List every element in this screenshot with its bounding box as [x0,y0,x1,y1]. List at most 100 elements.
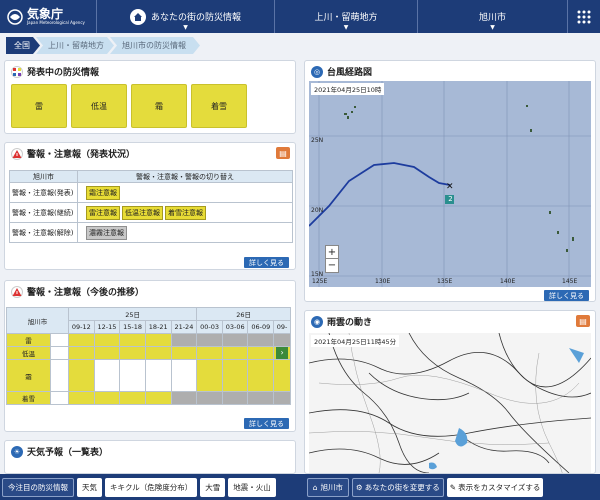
time-slot: 21-24 [170,320,198,334]
table-row: 警報・注意報(発表) 霜注意報 [9,182,293,203]
tag-thunder-advisory[interactable]: 雷注意報 [86,205,120,220]
forecast-city: 旭川市 [6,307,69,334]
typhoon-icon: ◎ [311,65,323,78]
rain-title-row: ◉ 雨雲の動き [305,311,595,332]
home-icon: ⌂ [312,482,318,492]
typhoon-timestamp: 2021年04月25日10時 [311,83,385,95]
gear-icon: ⚙ [356,482,363,492]
lat-label-25n: 25N [311,137,324,144]
alert-badge-thunder[interactable]: 雷 [11,84,67,128]
nav-bosai-info[interactable]: あなたの街の防災情報 ▼ [97,0,275,33]
zoom-control: + − [325,245,339,273]
alert-badge-snowaccretion[interactable]: 着雪 [191,84,247,128]
chevron-down-icon: ▼ [183,24,188,31]
breadcrumb-national[interactable]: 全国 [6,37,40,54]
time-slot: 03-06 [221,320,249,334]
alerts-panel: 発表中の防災情報 雷 低温 霜 着雪 [4,60,296,134]
book-icon[interactable]: ▤ [576,315,590,327]
footer-city-label: 旭川市 [320,482,344,492]
chevron-down-icon: ▼ [343,24,349,31]
radar-icon: ◉ [311,315,323,328]
footer-change-label: あなたの街を変更する [364,482,440,492]
site-header: 気象庁 Japan Meteorological Agency あなたの街の防災… [0,0,600,33]
time-slot: 18-21 [144,320,172,334]
table-row: 警報・注意報(継続) 雷注意報 低温注意報 着雪注意報 [9,202,293,223]
row-label: 雷 [6,333,51,347]
typhoon-title: 台風経路図 [327,68,373,78]
footer-quake-button[interactable]: 地震・火山 [228,477,276,497]
warnings-head-city: 旭川市 [9,170,78,183]
rain-title: 雨雲の動き [327,318,373,328]
forecast-title: 警報・注意報（今後の推移） [27,288,145,298]
table-row: 霜 [6,359,291,392]
table-row: 雷 [6,333,291,347]
tag-frost-advisory[interactable]: 霜注意報 [86,185,120,200]
nav-city[interactable]: 旭川市 ▼ [418,0,568,33]
forecast-day2: 26日 [196,307,291,321]
tag-fog-advisory[interactable]: 濃霧注意報 [86,225,127,240]
footer-heavysnow-button[interactable]: 大雪 [200,477,226,497]
lon-label: 135E [437,278,453,285]
warnings-title-row: 警報・注意報（発表状況） [5,143,295,164]
tag-lowtemp-advisory[interactable]: 低温注意報 [122,205,163,220]
warnings-table: 旭川市 警報・注意報・警報の切り替え 警報・注意報(発表) 霜注意報 警報・注意… [9,170,293,243]
typhoon-center-icon: ✕ [446,182,454,192]
breadcrumb-region[interactable]: 上川・留萌地方 [36,37,114,54]
typhoon-map[interactable]: ✕ 2 2021年04月25日10時 25N 20N 15N 125E 130E… [309,81,591,287]
row-label: 着雪 [6,391,51,405]
footer-customize-label: 表示をカスタマイズする [458,482,541,492]
nav-city-label: 旭川市 [478,13,506,23]
row-label: 低温 [6,346,51,360]
time-slot: 12-15 [93,320,121,334]
home-icon [129,8,146,25]
footer-city-button[interactable]: ⌂ 旭川市 [306,477,350,497]
jma-logo-icon [7,8,23,25]
footer-weather-button[interactable]: 天気 [77,477,102,497]
nav-region-label: 上川・留萌地方 [314,13,378,23]
next-arrow-button[interactable]: › [276,347,289,359]
breadcrumb-current: 旭川市の防災情報 [110,37,200,54]
rain-panel: ◉ 雨雲の動き ▤ 2021年04月25日11時45分 [304,310,596,474]
weather-title: 天気予報（一覧表） [27,448,109,458]
rain-map-graphic [309,333,591,473]
table-row: 警報・注意報(解除) 濃霧注意報 [9,222,293,243]
alerts-title: 発表中の防災情報 [27,68,100,78]
alert-badge-lowtemp[interactable]: 低温 [71,84,127,128]
row-label: 警報・注意報(継続) [9,202,78,223]
time-slot: 09- [273,320,291,334]
warnings-more-button[interactable]: 詳しく見る [244,257,289,268]
alert-info-icon [11,65,23,78]
lon-label: 130E [375,278,391,285]
nav-region[interactable]: 上川・留萌地方 ▼ [275,0,418,33]
typhoon-more-button[interactable]: 詳しく見る [544,290,589,301]
row-label: 警報・注意報(発表) [9,182,78,203]
time-slot: 06-09 [247,320,275,334]
lat-label-15n: 15N [311,271,324,278]
forecast-day1: 25日 [67,307,198,321]
book-icon[interactable]: ▤ [276,147,290,159]
typhoon-title-row: ◎ 台風経路図 [305,61,595,82]
logo-subtitle: Japan Meteorological Agency [27,20,85,25]
warnings-title: 警報・注意報（発表状況） [27,150,136,160]
table-row: 低温 › [6,346,291,360]
footer-change-city-button[interactable]: ⚙ あなたの街を変更する [352,477,444,497]
alert-badge-frost[interactable]: 霜 [131,84,187,128]
footer-kikikuru-button[interactable]: キキクル（危険度分布） [105,477,198,497]
footer-featured-button[interactable]: 今注目の防災情報 [2,477,74,497]
menu-grid-button[interactable] [568,0,600,33]
typhoon-map-graphic: ✕ [309,81,591,287]
zoom-in-button[interactable]: + [326,246,338,259]
forecast-table: 旭川市 25日 26日 09-12 12-15 15-18 18-21 21-2… [6,307,291,405]
row-label: 警報・注意報(解除) [9,222,78,243]
warnings-head-status: 警報・注意報・警報の切り替え [77,170,293,183]
jma-logo[interactable]: 気象庁 Japan Meteorological Agency [0,0,97,33]
weather-icon: ☀ [11,445,23,458]
footer-customize-button[interactable]: ✎ 表示をカスタマイズする [446,477,544,497]
forecast-more-button[interactable]: 詳しく見る [244,418,289,429]
nav-bosai-label: あなたの街の防災情報 [150,13,241,23]
time-slot: 00-03 [196,320,223,334]
tag-snow-advisory[interactable]: 着雪注意報 [165,205,206,220]
rain-map[interactable]: 2021年04月25日11時45分 [309,333,591,473]
zoom-out-button[interactable]: − [326,259,338,272]
table-row: 着雪 [6,391,291,405]
